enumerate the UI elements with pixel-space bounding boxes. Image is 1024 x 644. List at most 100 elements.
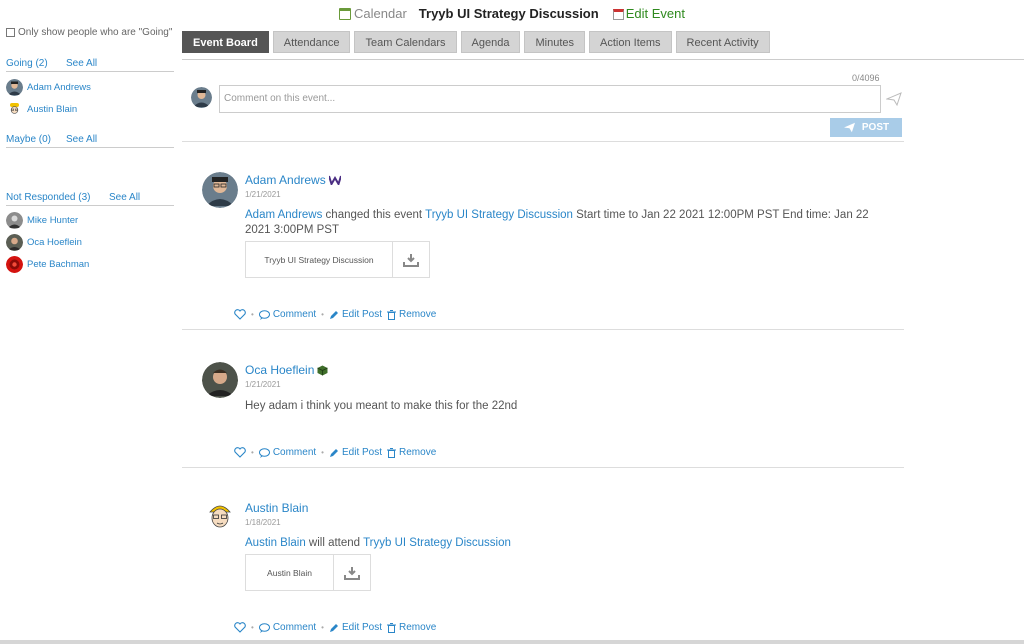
author-avatar[interactable]	[202, 500, 238, 536]
maybe-see-all-link[interactable]: See All	[66, 134, 97, 145]
actor-link[interactable]: Adam Andrews	[245, 209, 322, 221]
only-show-checkbox[interactable]	[6, 27, 15, 37]
calendar-link[interactable]: Calendar	[354, 6, 407, 21]
maybe-count[interactable]: Maybe (0)	[6, 134, 66, 145]
attendee-item[interactable]: Austin Blain	[6, 98, 176, 120]
edit-event-link[interactable]: Edit Event	[626, 6, 685, 21]
event-tabs: Event Board Attendance Team Calendars Ag…	[182, 31, 770, 53]
post-divider	[182, 467, 904, 468]
attendee-name: Oca Hoeflein	[27, 236, 82, 248]
remove-action[interactable]: Remove	[387, 309, 436, 320]
separator-dot: •	[321, 448, 324, 457]
author-name-text: Oca Hoeflein	[245, 363, 315, 377]
event-link[interactable]: Tryyb UI Strategy Discussion	[363, 537, 511, 549]
not-responded-section-header: Not Responded (3) See All	[6, 192, 174, 206]
avatar	[6, 255, 23, 273]
download-button[interactable]	[334, 555, 370, 590]
attachment-card[interactable]: Austin Blain	[245, 554, 371, 591]
going-see-all-link[interactable]: See All	[66, 58, 97, 69]
post-verb: changed this event	[322, 209, 426, 221]
post-actions: • Comment • Edit Post Remove	[234, 309, 436, 320]
edit-post-action[interactable]: Edit Post	[329, 309, 382, 320]
paper-plane-icon	[843, 122, 855, 133]
attendee-name: Mike Hunter	[27, 214, 79, 226]
character-counter: 0/4096	[852, 73, 880, 83]
attachment-name: Tryyb UI Strategy Discussion	[246, 242, 393, 277]
author-name[interactable]: Oca Hoeflein	[245, 363, 329, 377]
pencil-icon	[329, 310, 338, 319]
event-link[interactable]: Tryyb UI Strategy Discussion	[425, 209, 573, 221]
comment-action[interactable]: Comment	[258, 309, 316, 320]
calendar-icon[interactable]	[339, 8, 352, 20]
author-name[interactable]: Adam Andrews	[245, 173, 341, 187]
attachment-card[interactable]: Tryyb UI Strategy Discussion	[245, 241, 430, 278]
edit-post-label: Edit Post	[341, 447, 383, 458]
comment-action[interactable]: Comment	[258, 447, 317, 458]
edit-post-label: Edit Post	[341, 622, 383, 633]
remove-label: Remove	[399, 447, 437, 458]
not-responded-count[interactable]: Not Responded (3)	[6, 192, 109, 203]
comment-input[interactable]: Comment on this event...	[219, 85, 881, 113]
maybe-section-header: Maybe (0) See All	[6, 134, 174, 148]
edit-calendar-icon[interactable]	[612, 8, 624, 20]
not-responded-see-all-link[interactable]: See All	[109, 192, 140, 203]
tab-minutes[interactable]: Minutes	[524, 31, 586, 53]
separator-dot: •	[251, 623, 254, 632]
trash-icon	[387, 309, 397, 320]
attendee-name: Pete Bachman	[27, 258, 90, 270]
heart-icon[interactable]	[234, 447, 246, 458]
post-body: Adam Andrews changed this event Tryyb UI…	[245, 208, 885, 238]
tab-event-board[interactable]: Event Board	[182, 31, 269, 53]
post-button[interactable]: POST	[830, 118, 902, 137]
tab-divider	[182, 59, 1024, 60]
download-button[interactable]	[393, 242, 429, 277]
attendee-item[interactable]: Adam Andrews	[6, 76, 176, 98]
author-name-text: Adam Andrews	[245, 173, 326, 187]
post-divider	[182, 329, 904, 330]
remove-action[interactable]: Remove	[387, 447, 436, 458]
composer-divider	[182, 141, 904, 142]
author-name-text: Austin Blain	[245, 501, 309, 515]
author-name[interactable]: Austin Blain	[245, 501, 308, 515]
attachment-name: Austin Blain	[246, 555, 334, 590]
heart-icon[interactable]	[234, 309, 246, 320]
only-show-going-filter[interactable]: Only show people who are "Going"	[6, 24, 174, 40]
going-count[interactable]: Going (2)	[6, 58, 66, 69]
attendee-item[interactable]: Oca Hoeflein	[6, 231, 176, 253]
tab-team-calendars[interactable]: Team Calendars	[354, 31, 457, 53]
separator-dot: •	[251, 448, 254, 457]
post-verb: will attend	[305, 537, 364, 549]
tab-agenda[interactable]: Agenda	[460, 31, 521, 53]
cube-badge-icon	[317, 365, 329, 375]
horizontal-scrollbar[interactable]	[0, 640, 1024, 644]
edit-post-action[interactable]: Edit Post	[329, 447, 382, 458]
avatar	[6, 233, 23, 251]
w-badge-icon	[328, 175, 341, 185]
author-avatar[interactable]	[202, 172, 238, 208]
remove-action[interactable]: Remove	[387, 622, 436, 633]
only-show-label: Only show people who are "Going"	[18, 26, 173, 38]
tab-recent-activity[interactable]: Recent Activity	[675, 31, 770, 53]
post-body: Hey adam i think you meant to make this …	[245, 400, 518, 412]
separator-dot: •	[251, 310, 254, 319]
comment-action[interactable]: Comment	[258, 622, 317, 633]
heart-icon[interactable]	[234, 622, 246, 633]
attendee-item[interactable]: Mike Hunter	[6, 209, 176, 231]
attendee-name: Austin Blain	[27, 103, 78, 115]
attendee-sidebar: Only show people who are "Going" Going (…	[6, 24, 176, 275]
comment-label: Comment	[272, 447, 317, 458]
comment-label: Comment	[272, 622, 317, 633]
send-icon[interactable]	[886, 92, 902, 106]
speech-bubble-icon	[258, 622, 270, 633]
separator-dot: •	[321, 310, 324, 319]
edit-post-label: Edit Post	[341, 309, 383, 320]
post-date: 1/21/2021	[245, 380, 281, 389]
edit-post-action[interactable]: Edit Post	[329, 622, 382, 633]
pencil-icon	[329, 623, 338, 632]
tab-action-items[interactable]: Action Items	[589, 31, 672, 53]
attendee-item[interactable]: Pete Bachman	[6, 253, 176, 275]
remove-label: Remove	[399, 309, 437, 320]
tab-attendance[interactable]: Attendance	[272, 31, 351, 53]
actor-link[interactable]: Austin Blain	[245, 537, 306, 549]
author-avatar[interactable]	[202, 362, 238, 398]
